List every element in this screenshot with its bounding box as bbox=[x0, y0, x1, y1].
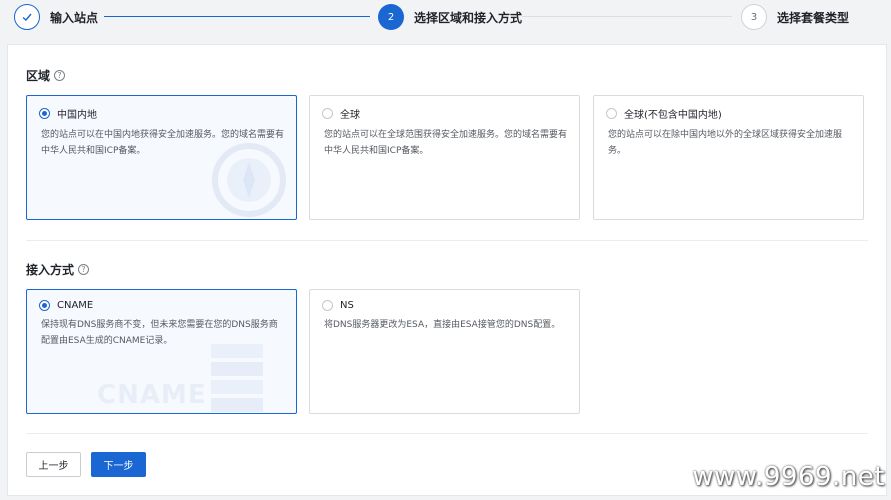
help-icon[interactable]: ? bbox=[54, 70, 66, 81]
prev-button[interactable]: 上一步 bbox=[26, 452, 81, 477]
region-option-global[interactable]: 全球 您的站点可以在全球范围获得安全加速服务。您的域名需要有中华人民共和国ICP… bbox=[309, 95, 580, 220]
radio-icon[interactable] bbox=[322, 300, 333, 311]
radio-icon[interactable] bbox=[39, 108, 50, 119]
option-desc: 您的站点可以在除中国内地以外的全球区域获得安全加速服务。 bbox=[608, 130, 843, 156]
next-button[interactable]: 下一步 bbox=[91, 452, 146, 477]
option-label: 中国内地 bbox=[57, 110, 97, 121]
help-icon[interactable]: ? bbox=[78, 264, 90, 275]
region-option-mainland[interactable]: 中国内地 您的站点可以在中国内地获得安全加速服务。您的域名需要有中华人民共和国I… bbox=[26, 95, 297, 220]
server-watermark-icon bbox=[211, 344, 263, 412]
access-option-cname[interactable]: CNAME 保持现有DNS服务商不变，但未来您需要在您的DNS服务商配置由ESA… bbox=[26, 289, 297, 414]
step-3[interactable]: 3 选择套餐类型 bbox=[741, 4, 849, 30]
cname-watermark: CNAME bbox=[97, 380, 207, 410]
option-label: 全球 bbox=[340, 110, 360, 121]
radio-icon[interactable] bbox=[606, 108, 617, 119]
step-1[interactable]: 输入站点 bbox=[14, 4, 98, 30]
option-desc: 保持现有DNS服务商不变，但未来您需要在您的DNS服务商配置由ESA生成的CNA… bbox=[41, 320, 278, 346]
step-connector-1 bbox=[104, 16, 370, 17]
step-3-label: 选择套餐类型 bbox=[777, 10, 850, 25]
check-icon bbox=[14, 4, 40, 30]
region-option-global-excl-mainland[interactable]: 全球(不包含中国内地) 您的站点可以在除中国内地以外的全球区域获得安全加速服务。 bbox=[593, 95, 864, 220]
radio-icon[interactable] bbox=[39, 300, 50, 311]
access-section-title: 接入方式 ? bbox=[26, 261, 90, 278]
step-connector-2 bbox=[522, 16, 732, 17]
region-section-title: 区域 ? bbox=[26, 67, 66, 84]
option-label: 全球(不包含中国内地) bbox=[624, 110, 722, 121]
divider bbox=[26, 433, 868, 434]
site-watermark: www.9969.net bbox=[692, 462, 885, 492]
step-3-number: 3 bbox=[741, 4, 767, 30]
option-label: NS bbox=[340, 300, 354, 311]
option-label: CNAME bbox=[57, 300, 94, 311]
radio-icon[interactable] bbox=[322, 108, 333, 119]
step-2-number: 2 bbox=[378, 4, 404, 30]
config-card: 区域 ? 中国内地 您的站点可以在中国内地获得安全加速服务。您的域名需要有中华人… bbox=[7, 44, 887, 496]
option-desc: 将DNS服务器更改为ESA，直接由ESA接管您的DNS配置。 bbox=[324, 320, 561, 330]
step-2[interactable]: 2 选择区域和接入方式 bbox=[378, 4, 522, 30]
option-desc: 您的站点可以在全球范围获得安全加速服务。您的域名需要有中华人民共和国ICP备案。 bbox=[324, 130, 568, 156]
option-desc: 您的站点可以在中国内地获得安全加速服务。您的域名需要有中华人民共和国ICP备案。 bbox=[41, 130, 285, 156]
divider bbox=[26, 240, 868, 241]
step-2-label: 选择区域和接入方式 bbox=[414, 10, 523, 25]
stepper: 输入站点 2 选择区域和接入方式 3 选择套餐类型 bbox=[0, 0, 891, 36]
step-1-label: 输入站点 bbox=[50, 10, 99, 25]
access-option-ns[interactable]: NS 将DNS服务器更改为ESA，直接由ESA接管您的DNS配置。 bbox=[309, 289, 580, 414]
